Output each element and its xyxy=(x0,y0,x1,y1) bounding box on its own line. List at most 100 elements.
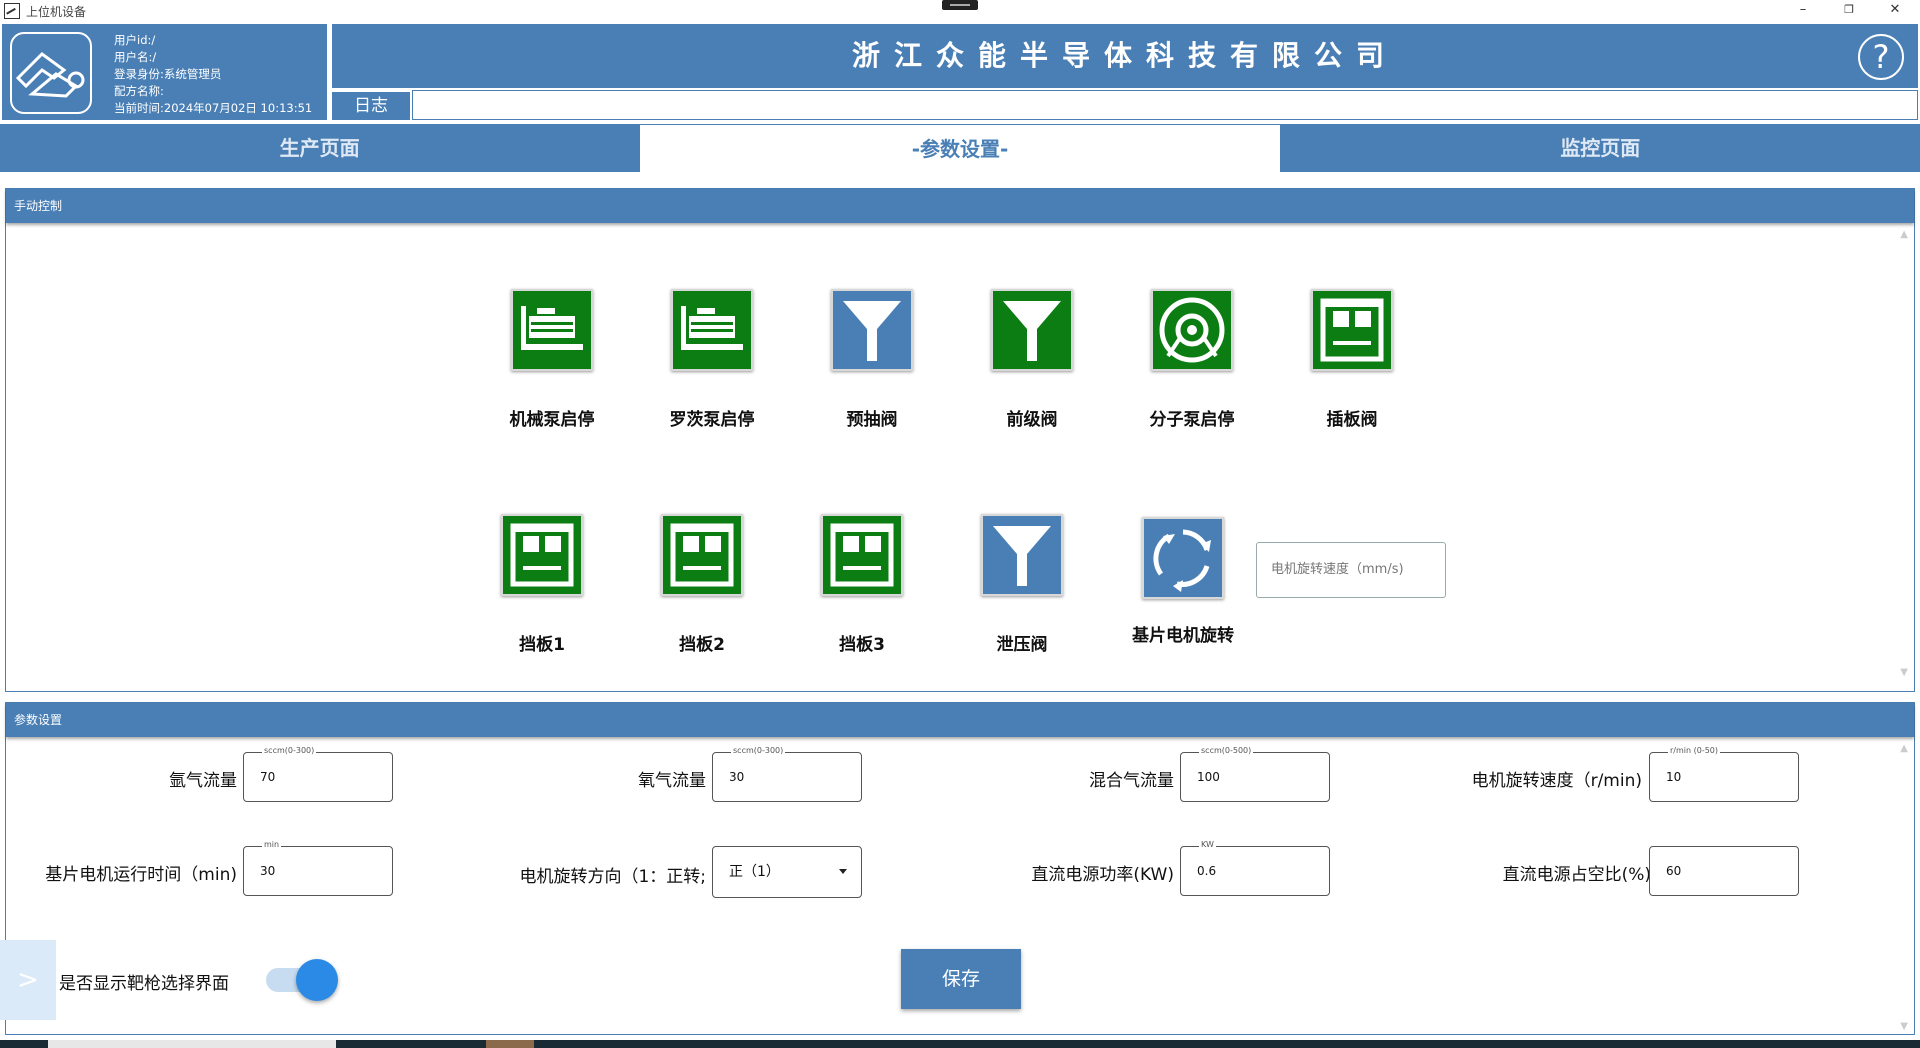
argon-flow-label: 氩气流量 xyxy=(169,771,237,791)
dc-power-label: 直流电源功率(KW) xyxy=(1031,865,1174,885)
rotate-icon xyxy=(1142,517,1224,599)
shutter-1-button[interactable]: 挡板1 xyxy=(482,514,602,655)
valve-icon xyxy=(981,514,1063,596)
header: 用户id:/ 用户名:/ 登录身份:系统管理员 配方名称: 当前时间:2024年… xyxy=(0,22,1920,122)
field-value: 30 xyxy=(729,770,745,784)
company-name: 浙江众能半导体科技有限公司 xyxy=(851,39,1398,72)
window-titlebar: 上位机设备 – ❐ ✕ xyxy=(0,0,1920,22)
control-label: 挡板3 xyxy=(839,635,885,655)
mixed-gas-flow-label: 混合气流量 xyxy=(1089,771,1174,791)
pre-pump-valve-button[interactable]: 预抽阀 xyxy=(812,289,932,430)
mixed-gas-flow-input[interactable]: sccm(0-500) 100 xyxy=(1180,745,1330,802)
save-button[interactable]: 保存 xyxy=(901,949,1021,1009)
scroll-down-icon[interactable]: ▼ xyxy=(1900,667,1908,678)
molecular-pump-button[interactable]: 分子泵启停 xyxy=(1132,289,1252,430)
motor-speed-rpm-input[interactable]: r/min (0-50) 10 xyxy=(1649,745,1799,802)
molecular-pump-icon xyxy=(1151,289,1233,371)
user-info-panel: 用户id:/ 用户名:/ 登录身份:系统管理员 配方名称: 当前时间:2024年… xyxy=(2,24,327,120)
control-label: 机械泵启停 xyxy=(509,410,595,430)
gate-valve-button[interactable]: 插板阀 xyxy=(1292,289,1412,430)
target-gun-toggle-label: 是否显示靶枪选择界面 xyxy=(59,974,229,994)
scroll-up-icon[interactable]: ▲ xyxy=(1900,229,1908,240)
control-label: 预抽阀 xyxy=(846,410,898,430)
field-hint: sccm(0-300) xyxy=(262,745,317,757)
substrate-rotate-button[interactable]: 基片电机旋转 xyxy=(1118,517,1248,646)
shutter-icon xyxy=(821,514,903,596)
field-hint: sccm(0-500) xyxy=(1199,745,1254,757)
chevron-down-icon xyxy=(839,869,847,874)
mechanical-pump-button[interactable]: 机械泵启停 xyxy=(492,289,612,430)
manual-control-title: 手动控制 xyxy=(6,189,1914,223)
tab-production[interactable]: 生产页面 xyxy=(0,124,639,172)
minimize-button[interactable]: – xyxy=(1780,0,1826,22)
close-button[interactable]: ✕ xyxy=(1872,0,1918,22)
restore-button[interactable]: ❐ xyxy=(1826,0,1872,22)
company-logo xyxy=(10,32,92,114)
drag-handle[interactable] xyxy=(942,0,978,10)
substrate-runtime-input[interactable]: min 30 xyxy=(243,839,393,896)
substrate-runtime-label: 基片电机运行时间（min) xyxy=(45,865,237,885)
pump-icon xyxy=(511,289,593,371)
field-value: 30 xyxy=(260,864,276,878)
current-time: 当前时间:2024年07月02日 10:13:51 xyxy=(114,101,313,115)
field-value: 10 xyxy=(1666,770,1682,784)
valve-icon xyxy=(991,289,1073,371)
taskbar-item[interactable] xyxy=(48,1040,336,1048)
log-output[interactable] xyxy=(412,90,1918,120)
argon-flow-input[interactable]: sccm(0-300) 70 xyxy=(243,745,393,802)
control-label: 挡板2 xyxy=(679,635,725,655)
manual-control-panel: 手动控制 ▲ ▼ 机械泵启停 罗茨泵启停 预抽阀 前级阀 分子泵启停 插板阀 挡… xyxy=(5,188,1915,692)
dc-duty-label: 直流电源占空比(%) xyxy=(1502,865,1651,885)
control-label: 挡板1 xyxy=(519,635,565,655)
motor-speed-input[interactable]: 电机旋转速度（mm/s) xyxy=(1256,542,1446,598)
log-label: 日志 xyxy=(332,92,410,120)
field-hint: min xyxy=(262,839,282,851)
shutter-icon xyxy=(661,514,743,596)
side-expand-button[interactable]: > xyxy=(0,940,56,1020)
dc-duty-input[interactable]: 60 xyxy=(1649,846,1799,896)
control-label: 插板阀 xyxy=(1326,410,1378,430)
motor-direction-select[interactable]: 正（1） xyxy=(712,846,862,898)
control-label: 罗茨泵启停 xyxy=(669,410,755,430)
shutter-3-button[interactable]: 挡板3 xyxy=(802,514,922,655)
tab-parameters[interactable]: -参数设置- xyxy=(640,124,1280,172)
relief-valve-button[interactable]: 泄压阀 xyxy=(962,514,1082,655)
shutter-2-button[interactable]: 挡板2 xyxy=(642,514,762,655)
field-value: 100 xyxy=(1197,770,1220,784)
taskbar xyxy=(0,1040,1920,1048)
control-label: 分子泵启停 xyxy=(1149,410,1235,430)
field-hint: KW xyxy=(1199,839,1216,851)
motor-direction-label: 电机旋转方向（1：正转; xyxy=(519,867,706,887)
user-id: 用户id:/ xyxy=(114,33,156,47)
oxygen-flow-label: 氧气流量 xyxy=(638,771,706,791)
roots-pump-button[interactable]: 罗茨泵启停 xyxy=(652,289,772,430)
taskbar-item[interactable] xyxy=(486,1040,534,1048)
recipe-name: 配方名称: xyxy=(114,84,164,98)
tab-monitoring[interactable]: 监控页面 xyxy=(1281,124,1920,172)
control-label: 基片电机旋转 xyxy=(1132,626,1234,646)
company-banner: 浙江众能半导体科技有限公司 ? xyxy=(332,24,1918,88)
user-role: 登录身份:系统管理员 xyxy=(114,67,222,81)
valve-icon xyxy=(831,289,913,371)
field-value: 0.6 xyxy=(1197,864,1217,878)
field-hint: sccm(0-300) xyxy=(731,745,786,757)
field-value: 70 xyxy=(260,770,276,784)
scroll-up-icon[interactable]: ▲ xyxy=(1900,743,1908,754)
dc-power-input[interactable]: KW 0.6 xyxy=(1180,839,1330,896)
gate-valve-icon xyxy=(1311,289,1393,371)
toggle-knob[interactable] xyxy=(296,959,338,1001)
help-icon[interactable]: ? xyxy=(1858,34,1904,80)
control-label: 前级阀 xyxy=(1006,410,1058,430)
pump-icon xyxy=(671,289,753,371)
field-hint: r/min (0-50) xyxy=(1668,745,1721,757)
user-name: 用户名:/ xyxy=(114,50,157,64)
oxygen-flow-input[interactable]: sccm(0-300) 30 xyxy=(712,745,862,802)
motor-speed-label: 电机旋转速度（r/min) xyxy=(1471,771,1642,791)
window-title: 上位机设备 xyxy=(26,4,87,19)
parameter-title: 参数设置 xyxy=(6,703,1914,737)
foreline-valve-button[interactable]: 前级阀 xyxy=(972,289,1092,430)
parameter-panel: 参数设置 ▲ ▼ 氩气流量 sccm(0-300) 70 氧气流量 sccm(0… xyxy=(5,702,1915,1035)
scroll-down-icon[interactable]: ▼ xyxy=(1900,1021,1908,1032)
shutter-icon xyxy=(501,514,583,596)
nav-tabs: 生产页面 -参数设置- 监控页面 xyxy=(0,124,1920,172)
